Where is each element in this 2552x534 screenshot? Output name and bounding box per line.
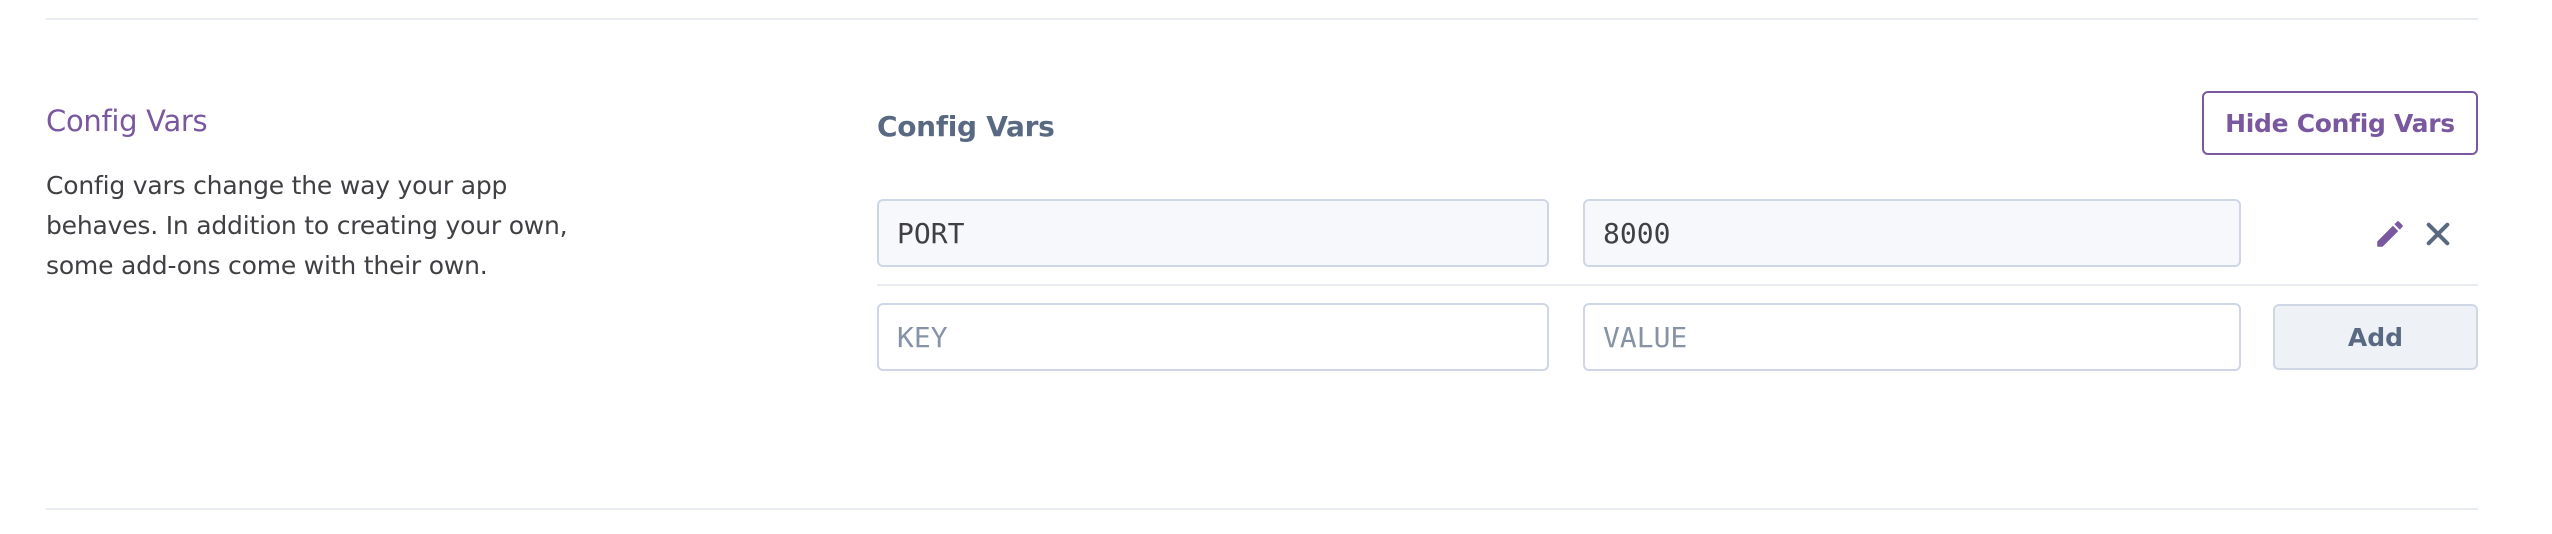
new-key-input[interactable] [897, 320, 1529, 354]
row-divider [877, 284, 2478, 286]
section-title: Config Vars [46, 104, 208, 138]
top-divider [46, 18, 2478, 20]
add-config-var-button[interactable]: Add [2273, 304, 2478, 370]
panel-title: Config Vars [877, 110, 1055, 143]
hide-config-vars-button[interactable]: Hide Config Vars [2202, 91, 2478, 155]
config-vars-page: Config Vars Config vars change the way y… [0, 0, 2552, 534]
config-var-value-field[interactable]: 8000 [1583, 199, 2241, 267]
pencil-icon[interactable] [2372, 216, 2408, 252]
close-icon[interactable] [2420, 216, 2456, 252]
new-key-field[interactable] [877, 303, 1549, 371]
config-var-key-field[interactable]: PORT [877, 199, 1549, 267]
section-description: Config vars change the way your app beha… [46, 171, 568, 280]
new-value-input[interactable] [1603, 320, 2221, 354]
new-value-field[interactable] [1583, 303, 2241, 371]
config-var-value: 8000 [1603, 216, 1671, 250]
bottom-divider [46, 508, 2478, 510]
config-var-key: PORT [897, 216, 965, 250]
